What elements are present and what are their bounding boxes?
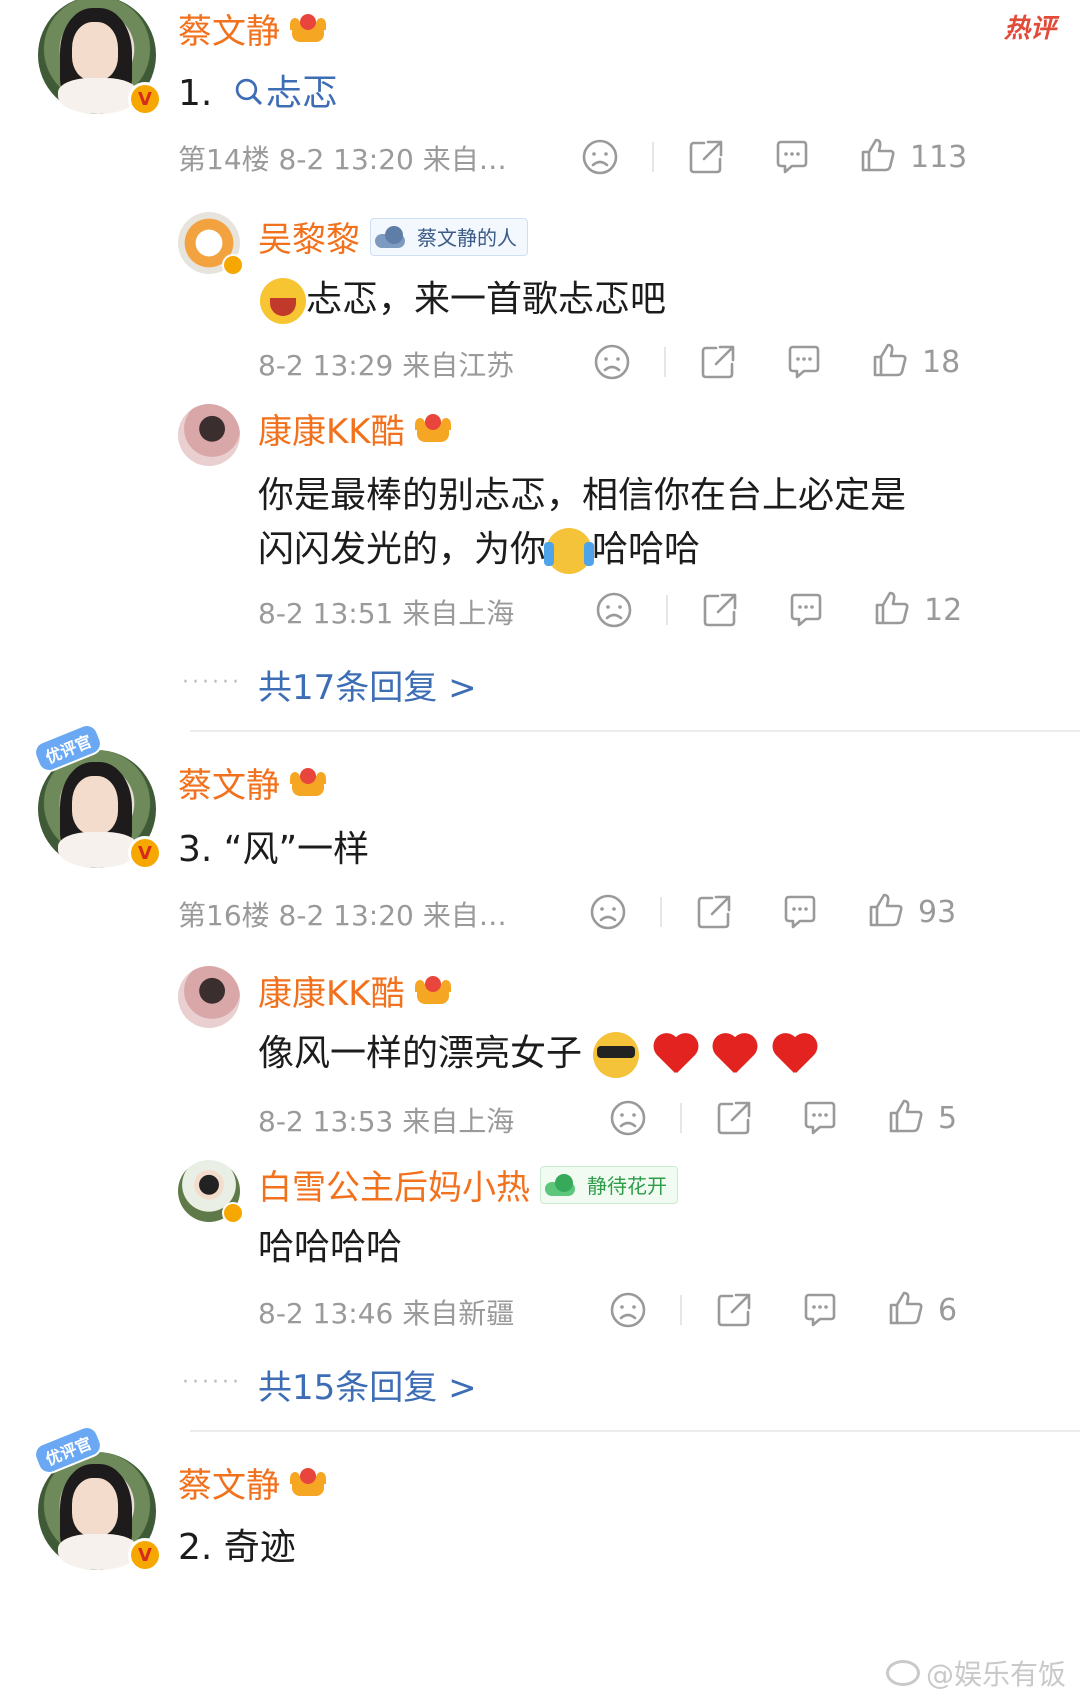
author-avatar[interactable]: 优评官 V [30,720,162,870]
crying-laughing-emoji-icon [544,528,595,574]
thumbs-up-icon[interactable] [870,340,910,380]
reply-meta: 8-2 13:53 来自上海 [258,1105,515,1138]
share-icon[interactable] [714,1098,754,1138]
hot-comment-label: 热评 [1003,14,1056,44]
verified-badge-icon [222,254,244,276]
thumbs-up-icon[interactable] [886,1096,926,1136]
fan-group-tag[interactable]: 蔡文静的人 [370,217,528,256]
reply-text-line2: 闪闪发光的，为你 哈哈哈 [258,520,700,574]
thumbs-up-icon[interactable] [872,588,912,628]
like-count: 12 [924,593,963,628]
watermark: @娱乐有饭 [885,1653,1066,1693]
share-icon[interactable] [686,137,726,177]
share-icon[interactable] [714,1290,754,1330]
sad-face-icon[interactable] [588,892,628,932]
comment-icon[interactable] [800,1290,840,1330]
reply-text-line1: 你是最棒的别忐忑，相信你在台上必定是 [258,475,907,516]
reply-meta: 8-2 13:46 来自新疆 [258,1297,515,1330]
share-icon[interactable] [700,590,740,630]
like-count: 5 [938,1101,958,1136]
reply-author-name[interactable]: 康康KK酷 [258,966,451,1015]
reply-text: 忐忑，来一首歌忐忑吧 [260,270,666,324]
crown-icon [414,975,451,1006]
sad-face-icon[interactable] [580,137,620,177]
comment-meta: 第14楼 8-2 13:20 来自… [178,143,507,176]
divider [190,1430,1080,1432]
reply-author-name[interactable]: 白雪公主后妈小热 静待花开 [258,1160,678,1209]
comment-icon[interactable] [772,137,812,177]
reply-text: 像风一样的漂亮女子 [258,1024,818,1078]
reply-avatar[interactable] [178,966,240,1028]
sad-face-icon[interactable] [592,342,632,382]
reply-avatar[interactable] [178,212,244,276]
comment-text: 1. 忐忑 [178,73,338,114]
like-count: 93 [918,895,957,930]
sunglasses-emoji-icon [593,1032,640,1078]
verified-badge-icon: V [128,1538,162,1572]
reply-avatar[interactable] [178,1160,244,1224]
verified-badge-icon: V [128,82,162,116]
comment-text: 3. “风”一样 [178,829,370,870]
reply-author-name[interactable]: 吴黎黎 蔡文静的人 [258,212,528,261]
heart-icon [651,1033,699,1077]
reply-avatar[interactable] [178,404,240,466]
crown-icon [290,13,326,44]
search-icon [232,75,266,109]
ellipsis-icon: ······ [182,1370,242,1395]
reply-meta: 8-2 13:51 来自上海 [258,597,515,630]
comment-icon[interactable] [784,342,824,382]
weibo-logo-icon [885,1660,920,1686]
comment-text: 2. 奇迹 [178,1527,296,1568]
like-count: 6 [938,1293,958,1328]
fan-group-tag[interactable]: 静待花开 [540,1165,678,1204]
author-name[interactable]: 蔡文静 [178,758,326,807]
comment-icon[interactable] [786,590,826,630]
thumbs-up-icon[interactable] [886,1288,926,1328]
sad-face-icon[interactable] [608,1290,648,1330]
verified-badge-icon [222,1202,244,1224]
heart-icon [710,1033,758,1077]
cloud-icon [545,1173,581,1196]
like-count: 113 [910,140,968,175]
comment-icon[interactable] [800,1098,840,1138]
thumbs-up-icon[interactable] [866,890,906,930]
crown-icon [414,413,451,444]
divider [190,730,1080,732]
author-name[interactable]: 蔡文静 [178,1458,326,1507]
view-all-replies-link[interactable]: 共15条回复 > [258,1360,477,1409]
author-avatar[interactable]: V [38,0,162,116]
view-all-replies-link[interactable]: 共17条回复 > [258,660,477,709]
reply-author-name[interactable]: 康康KK酷 [258,404,451,453]
share-icon[interactable] [694,892,734,932]
laughing-emoji-icon [260,278,306,324]
crown-icon [290,1467,326,1498]
reply-text: 哈哈哈哈 [258,1227,403,1268]
share-icon[interactable] [698,342,738,382]
heart-icon [770,1033,818,1077]
thumbs-up-icon[interactable] [858,135,898,175]
author-avatar[interactable]: 优评官 V [30,1422,162,1572]
crown-icon [290,767,326,798]
like-count: 18 [922,345,961,380]
verified-badge-icon: V [128,836,162,870]
reply-meta: 8-2 13:29 来自江苏 [258,349,515,382]
search-link[interactable]: 忐忑 [266,73,338,114]
cloud-icon [375,225,411,248]
author-name[interactable]: 蔡文静 [178,4,326,53]
sad-face-icon[interactable] [594,590,634,630]
ellipsis-icon: ······ [182,670,242,695]
comment-icon[interactable] [780,892,820,932]
sad-face-icon[interactable] [608,1098,648,1138]
comment-meta: 第16楼 8-2 13:20 来自… [178,899,507,932]
